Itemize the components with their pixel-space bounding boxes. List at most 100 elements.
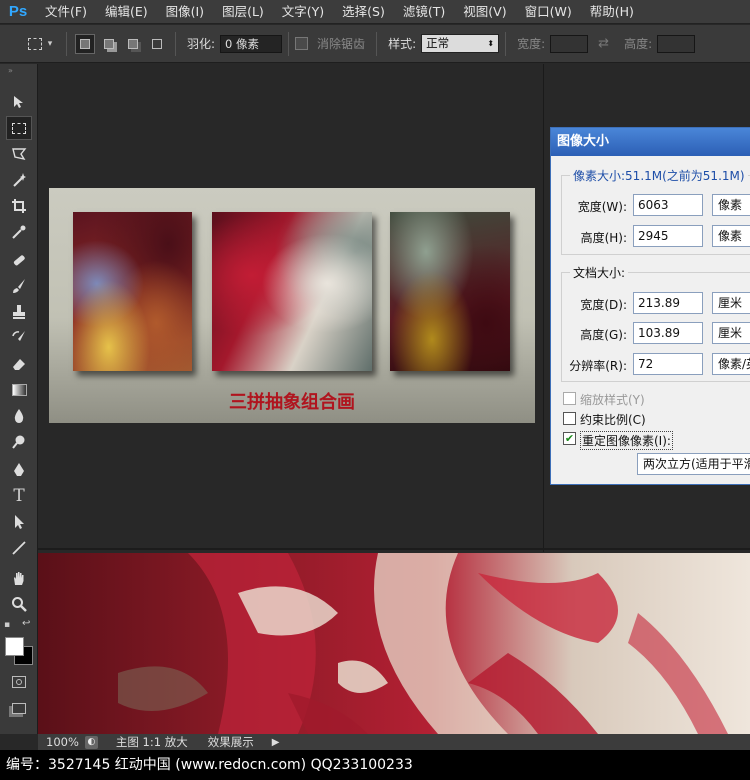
zoom-tool-icon[interactable] [6,592,32,616]
blur-tool-icon[interactable] [6,404,32,428]
doc-height-unit[interactable]: 厘米 [712,322,750,344]
divider [288,31,290,56]
play-arrow-icon[interactable]: ▶ [264,737,288,748]
lasso-tool-icon[interactable] [6,142,32,166]
rect-marquee-icon [27,37,42,50]
menu-bar: Ps 文件(F) 编辑(E) 图像(I) 图层(L) 文字(Y) 选择(S) 滤… [0,0,750,24]
add-selection-button[interactable] [99,34,119,54]
type-tool-icon[interactable]: T [6,484,32,508]
antialias-label: 消除锯齿 [317,37,366,51]
tab-effect[interactable]: 效果展示 [198,734,264,750]
antialias-checkbox[interactable] [295,37,309,50]
artwork-caption: 三拼抽象组合画 [229,392,355,413]
menu-help[interactable]: 帮助(H) [581,0,643,24]
doc-width-input[interactable]: 213.89 [633,292,703,314]
eyedropper-icon[interactable] [6,220,32,244]
tab-main-image[interactable]: 主图 1:1 放大 [106,734,198,750]
crop-tool-icon[interactable] [6,194,32,218]
menu-view[interactable]: 视图(V) [454,0,515,24]
magic-wand-icon[interactable] [6,168,32,192]
foreground-color-swatch[interactable] [5,637,24,656]
default-colors-icon[interactable]: ▪ [4,620,10,630]
width-label: 宽度(W): [577,200,627,214]
clone-stamp-icon[interactable] [6,300,32,324]
tool-preset-picker[interactable]: ▾ [20,31,60,57]
pixel-width-input[interactable]: 6063 [633,194,703,216]
healing-brush-icon[interactable] [6,248,32,272]
doc-height-label: 高度(G): [580,328,627,342]
eraser-icon[interactable] [6,352,32,376]
swap-icon[interactable]: ⇄ [598,36,609,51]
menu-image[interactable]: 图像(I) [157,0,213,24]
path-select-icon[interactable] [6,510,32,534]
zoom-level[interactable]: 100% [38,735,85,749]
gradient-tool-icon[interactable] [6,378,32,402]
resolution-unit[interactable]: 像素/英寸 [712,353,750,375]
brush-tool-icon[interactable] [6,274,32,298]
height-label: 高度(H): [580,231,627,245]
swap-colors-icon[interactable]: ↩ [22,618,30,629]
doc-width-unit[interactable]: 厘米 [712,292,750,314]
doc-height-input[interactable]: 103.89 [633,322,703,344]
art-panel-center [212,212,372,371]
pixel-height-input[interactable]: 2945 [633,225,703,247]
add-selection-icon [104,38,114,49]
resolution-label: 分辨率(R): [569,359,627,373]
style-select[interactable]: 正常 ⬍ [421,34,500,53]
tools-panel: » T ▪ ↩ [0,64,38,734]
new-selection-icon [80,38,90,49]
document-divider-vertical [543,64,544,552]
line-tool-icon[interactable] [6,536,32,560]
divider [66,31,67,56]
feather-input[interactable]: 0 像素 [220,34,283,53]
history-brush-icon[interactable] [6,326,32,350]
status-info-icon[interactable]: ◐ [84,735,98,749]
menu-edit[interactable]: 编辑(E) [96,0,157,24]
menu-window[interactable]: 窗口(W) [516,0,581,24]
constrain-checkbox[interactable] [563,412,576,425]
quick-mask-icon[interactable] [6,670,32,694]
style-label: 样式: [388,37,417,51]
menu-type[interactable]: 文字(Y) [273,0,333,24]
style-value: 正常 [426,36,450,50]
intersect-selection-icon [152,38,162,49]
intersect-selection-button[interactable] [147,34,167,54]
new-selection-button[interactable] [75,33,95,54]
dodge-tool-icon[interactable] [6,430,32,454]
resolution-input[interactable]: 72 [633,353,703,375]
divider [505,31,507,56]
marquee-tool-icon[interactable] [6,116,32,140]
move-tool-icon[interactable] [6,90,32,114]
width-input[interactable] [550,34,589,53]
pixel-width-unit[interactable]: 像素 [712,194,750,216]
image-caption: 编号：3527145 红动中国 (www.redocn.com) QQ23310… [0,750,750,780]
zoomed-detail-image [38,553,750,734]
width-label: 宽度: [517,37,546,51]
pixel-height-unit[interactable]: 像素 [712,225,750,247]
feather-label: 羽化: [187,37,216,51]
gradient-swatch [11,384,27,396]
height-label: 高度: [624,37,653,51]
screen-mode-icon[interactable] [6,696,32,720]
divider [376,31,378,56]
height-input[interactable] [657,34,696,53]
subtract-selection-button[interactable] [123,34,143,54]
hand-tool-icon[interactable] [6,566,32,590]
updown-icon: ⬍ [487,39,495,48]
marquee-shape [12,122,26,134]
scale-styles-checkbox[interactable] [563,392,576,405]
pixel-size-label: 像素大小:51.1M(之前为51.1M) [570,167,748,184]
document-divider-horizontal [38,548,750,550]
menu-layer[interactable]: 图层(L) [213,0,273,24]
menu-file[interactable]: 文件(F) [36,0,96,24]
options-bar: ▾ 羽化: 0 像素 消除锯齿 样式: 正常 ⬍ 宽度: ⇄ 高度: [0,25,750,63]
menu-select[interactable]: 选择(S) [333,0,394,24]
dialog-title[interactable]: 图像大小 [551,128,750,156]
collapse-arrows-icon[interactable]: » [8,66,13,75]
zoomed-painting-texture [38,553,750,734]
menu-filter[interactable]: 滤镜(T) [394,0,454,24]
resample-checkbox[interactable]: ✔ [563,432,576,445]
resample-method-select[interactable]: 两次立方(适用于平滑渐变) [637,453,750,475]
subtract-selection-icon [128,38,138,49]
pen-tool-icon[interactable] [6,458,32,482]
